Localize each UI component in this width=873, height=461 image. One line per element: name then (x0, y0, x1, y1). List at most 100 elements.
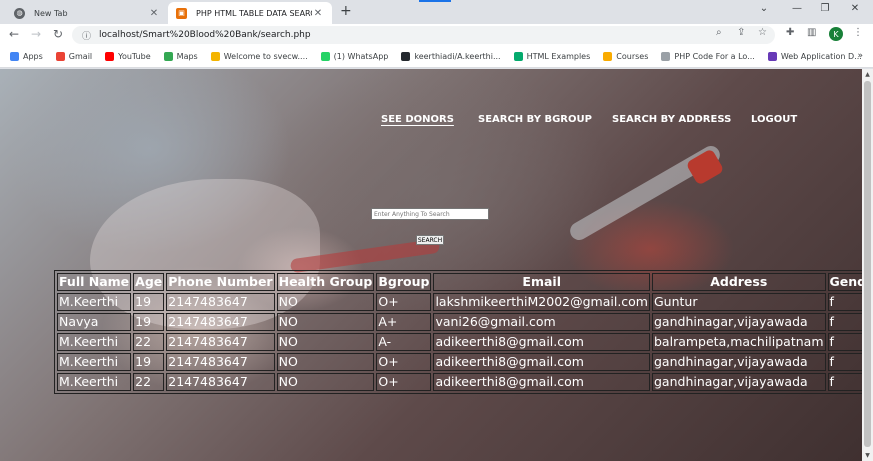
kebab-menu-icon[interactable]: ⋮ (853, 27, 863, 38)
table-cell: lakshmikeerthiM2002@gmail.com (433, 293, 650, 311)
table-cell: NO (276, 333, 375, 351)
tab-close-icon[interactable]: ✕ (148, 8, 160, 19)
share-icon[interactable]: ⇪ (737, 27, 745, 38)
forward-button[interactable]: → (28, 27, 44, 41)
column-header: Gender (827, 273, 862, 291)
bookmark-github[interactable]: keerthiadi/A.keerthi... (401, 52, 501, 61)
tab-indicator (419, 0, 451, 2)
minimize-button[interactable]: — (787, 3, 807, 14)
table-row: M.Keerthi 19 2147483647 NO O+ adikeerthi… (57, 353, 862, 371)
scroll-up-icon[interactable]: ▲ (862, 71, 873, 78)
sun-icon (210, 52, 220, 61)
bookmark-html-examples[interactable]: HTML Examples (513, 52, 591, 61)
table-cell: NO (276, 353, 375, 371)
column-header: Full Name (57, 273, 132, 291)
url-text[interactable]: localhost/Smart%20Blood%20Bank/search.ph… (99, 30, 311, 40)
new-tab-button[interactable]: + (340, 3, 352, 19)
browser-toolbar: ← → ↻ ⓘ localhost/Smart%20Blood%20Bank/s… (0, 24, 873, 46)
table-cell: gandhinagar,vijayawada (652, 313, 826, 331)
bookmark-gmail[interactable]: Gmail (55, 52, 93, 61)
tab-title: New Tab (34, 8, 68, 18)
bookmark-whatsapp[interactable]: (1) WhatsApp (320, 52, 388, 61)
nav-search-by-address[interactable]: SEARCH BY ADDRESS (612, 114, 731, 125)
page-content: SEE DONORS SEARCH BY BGROUP SEARCH BY AD… (0, 69, 862, 461)
table-cell: 19 (133, 313, 165, 331)
courses-icon (603, 52, 613, 61)
close-window-button[interactable]: ✕ (845, 3, 865, 14)
star-icon[interactable]: ☆ (758, 27, 767, 38)
sidepanel-icon[interactable]: ▥ (807, 27, 816, 38)
bookmark-web-application[interactable]: Web Application D... (767, 52, 862, 61)
bookmark-courses[interactable]: Courses (603, 52, 648, 61)
apps-icon (10, 52, 19, 61)
bookmark-maps[interactable]: Maps (163, 52, 198, 61)
page-scrollbar[interactable]: ▲ ▼ (862, 69, 873, 461)
bookmark-label: PHP Code For a Lo... (674, 52, 755, 61)
table-cell: M.Keerthi (57, 293, 132, 311)
globe-icon: ◍ (14, 7, 25, 19)
whatsapp-icon (320, 52, 330, 61)
column-header: Phone Number (166, 273, 275, 291)
table-cell: 22 (133, 333, 165, 351)
maps-icon (163, 52, 173, 61)
scroll-down-icon[interactable]: ▼ (862, 452, 873, 459)
table-cell: 19 (133, 293, 165, 311)
tab-php-search[interactable]: ▣ PHP HTML TABLE DATA SEARCH ✕ (168, 2, 332, 24)
nav-search-by-bgroup[interactable]: SEARCH BY BGROUP (478, 114, 592, 125)
profile-avatar[interactable]: K (829, 27, 843, 41)
table-cell: O+ (376, 353, 432, 371)
table-cell: M.Keerthi (57, 373, 132, 391)
bookmark-label: Gmail (68, 52, 93, 61)
restore-button[interactable]: ❐ (815, 3, 835, 14)
youtube-icon (105, 52, 115, 61)
bookmark-svecw[interactable]: Welcome to svecw.... (210, 52, 308, 61)
table-cell: Guntur (652, 293, 826, 311)
column-header: Age (133, 273, 165, 291)
bookmark-php-code[interactable]: PHP Code For a Lo... (661, 52, 755, 61)
table-header-row: Full Name Age Phone Number Health Group … (57, 273, 862, 291)
table-row: M.Keerthi 19 2147483647 NO O+ lakshmikee… (57, 293, 862, 311)
tab-title: PHP HTML TABLE DATA SEARCH (196, 8, 312, 18)
reload-button[interactable]: ↻ (50, 27, 66, 41)
tab-search-icon[interactable]: ⌄ (754, 3, 774, 14)
address-bar[interactable]: ⓘ localhost/Smart%20Blood%20Bank/search.… (72, 26, 775, 44)
bookmark-label: Maps (176, 52, 198, 61)
table-row: Navya 19 2147483647 NO A+ vani26@gmail.c… (57, 313, 862, 331)
table-cell: 2147483647 (166, 313, 275, 331)
tab-close-icon[interactable]: ✕ (312, 8, 324, 19)
w3schools-icon (513, 52, 523, 61)
more-bookmarks-icon[interactable]: » (857, 51, 863, 61)
table-cell: A+ (376, 313, 432, 331)
bookmark-label: Web Application D... (780, 52, 862, 61)
info-icon[interactable]: ⓘ (82, 29, 91, 42)
table-cell: NO (276, 313, 375, 331)
table-cell: f (827, 293, 862, 311)
bookmark-label: Apps (23, 52, 43, 61)
nav-logout[interactable]: LOGOUT (751, 114, 797, 125)
search-button[interactable]: SEARCH (416, 235, 444, 245)
bookmark-youtube[interactable]: YouTube (105, 52, 151, 61)
column-header: Bgroup (376, 273, 432, 291)
bookmark-label: HTML Examples (526, 52, 591, 61)
bookmark-apps[interactable]: Apps (10, 52, 43, 61)
table-cell: balrampeta,machilipatnam (652, 333, 826, 351)
table-cell: 19 (133, 353, 165, 371)
column-header: Address (652, 273, 826, 291)
tab-new-tab[interactable]: ◍ New Tab ✕ (6, 2, 168, 24)
search-input[interactable] (371, 208, 489, 220)
table-cell: 2147483647 (166, 353, 275, 371)
tab-strip: ◍ New Tab ✕ ▣ PHP HTML TABLE DATA SEARCH… (0, 0, 873, 24)
table-cell: gandhinagar,vijayawada (652, 373, 826, 391)
table-cell: adikeerthi8@gmail.com (433, 353, 650, 371)
table-cell: M.Keerthi (57, 353, 132, 371)
nav-see-donors[interactable]: SEE DONORS (381, 114, 454, 125)
table-row: M.Keerthi 22 2147483647 NO O+ adikeerthi… (57, 373, 862, 391)
puzzle-icon[interactable]: ✚ (786, 27, 794, 38)
back-button[interactable]: ← (6, 27, 22, 41)
zoom-icon[interactable]: ⌕ (716, 27, 722, 38)
table-cell: 2147483647 (166, 373, 275, 391)
bookmarks-bar: Apps Gmail YouTube Maps Welcome to svecw… (0, 46, 873, 68)
page-icon (661, 52, 671, 61)
scroll-thumb[interactable] (864, 81, 871, 447)
table-cell: 2147483647 (166, 333, 275, 351)
